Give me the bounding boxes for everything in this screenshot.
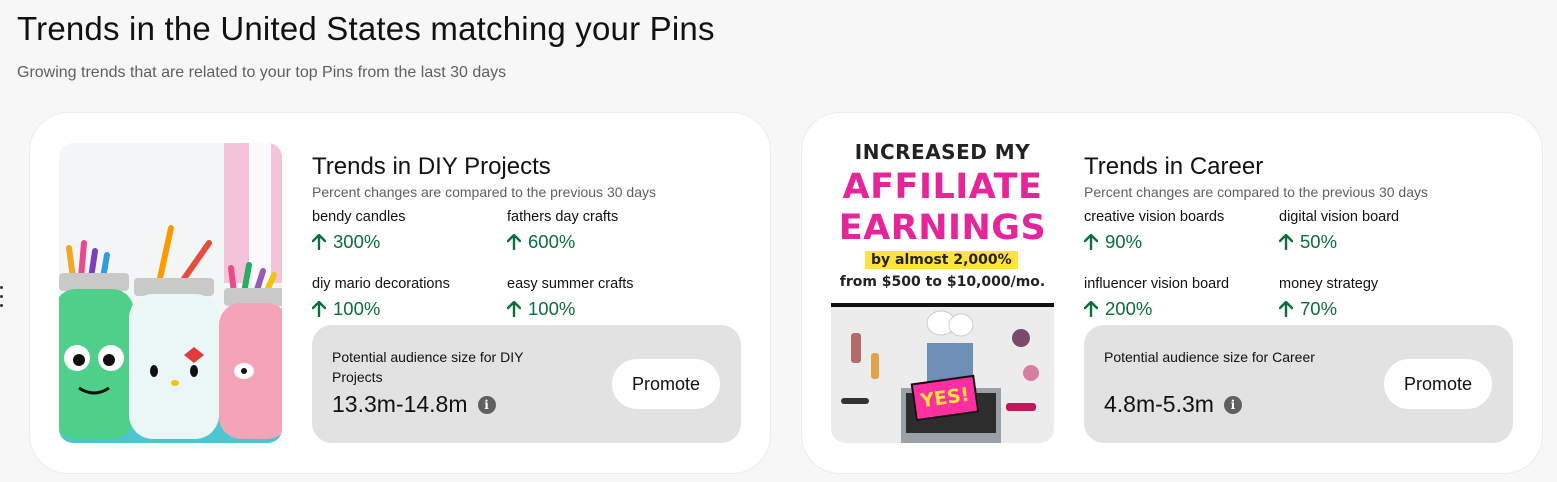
thumbnail-text: AFFILIATE (842, 167, 1043, 207)
trend-change: 50% (1300, 231, 1338, 252)
audience-value-row: 4.8m-5.3m i (1104, 391, 1242, 418)
audience-label: Potential audience size for Career (1104, 349, 1315, 365)
trend-change: 200% (1105, 298, 1153, 319)
card-note: Percent changes are compared to the prev… (1084, 184, 1428, 200)
trend-label: easy summer crafts (507, 276, 634, 292)
trend-change: 100% (333, 298, 381, 319)
pin-thumbnail-diy[interactable] (59, 143, 282, 443)
trend-label: fathers day crafts (507, 209, 619, 225)
trend-item[interactable]: diy mario decorations 100% (312, 276, 502, 320)
trend-item[interactable]: easy summer crafts 100% (507, 276, 697, 320)
thumbnail-text: EARNINGS (838, 208, 1047, 248)
pin-thumbnail-career[interactable]: INCREASED MY AFFILIATE EARNINGS by almos… (831, 143, 1054, 443)
arrow-up-icon (312, 234, 326, 250)
trend-change: 100% (528, 298, 576, 319)
audience-panel: Potential audience size for Career 4.8m-… (1084, 325, 1513, 443)
trend-label: bendy candles (312, 209, 406, 225)
trend-item[interactable]: influencer vision board 200% (1084, 276, 1274, 320)
audience-panel: Potential audience size for DIY Projects… (312, 325, 741, 443)
thumbnail-text: INCREASED MY (854, 143, 1031, 164)
arrow-up-icon (312, 301, 326, 317)
audience-value-row: 13.3m-14.8m i (332, 391, 496, 418)
trend-change: 90% (1105, 231, 1143, 252)
audience-value: 13.3m-14.8m (332, 391, 468, 417)
page-title: Trends in the United States matching you… (17, 10, 715, 47)
card-title: Trends in Career (1084, 153, 1264, 180)
trend-label: money strategy (1279, 276, 1379, 292)
arrow-up-icon (1084, 301, 1098, 317)
trend-change: 600% (528, 231, 576, 252)
thumbnail-text: from $500 to $10,000/mo. (839, 274, 1046, 290)
arrow-up-icon (507, 301, 521, 317)
trend-label: creative vision boards (1084, 209, 1225, 225)
thumbnail-text: by almost 2,000% (865, 251, 1018, 269)
page-subtitle: Growing trends that are related to your … (17, 64, 507, 81)
arrow-up-icon (1084, 234, 1098, 250)
card-title: Trends in DIY Projects (312, 153, 551, 180)
audience-value: 4.8m-5.3m (1104, 391, 1214, 417)
info-icon[interactable]: i (477, 395, 496, 414)
audience-label: Potential audience size for DIY Projects (332, 349, 524, 385)
trend-label: digital vision board (1279, 209, 1400, 225)
trend-card-diy-projects: Trends in DIY Projects Percent changes a… (30, 113, 770, 473)
trend-label: influencer vision board (1084, 276, 1230, 292)
trend-item[interactable]: creative vision boards 90% (1084, 209, 1274, 253)
trend-item[interactable]: digital vision board 50% (1279, 209, 1469, 253)
arrow-up-icon (507, 234, 521, 250)
promote-button[interactable]: Promote (1384, 359, 1492, 409)
trend-change: 300% (333, 231, 381, 252)
trend-item[interactable]: bendy candles 300% (312, 209, 502, 253)
mason-jars-image (59, 143, 282, 443)
trend-card-career: INCREASED MY AFFILIATE EARNINGS by almos… (802, 113, 1542, 473)
arrow-up-icon (1279, 301, 1293, 317)
promote-button[interactable]: Promote (612, 359, 720, 409)
card-note: Percent changes are compared to the prev… (312, 184, 656, 200)
more-options-icon[interactable] (0, 286, 4, 314)
arrow-up-icon (1279, 234, 1293, 250)
info-icon[interactable]: i (1223, 395, 1242, 414)
trend-label: diy mario decorations (312, 276, 450, 292)
trend-item[interactable]: money strategy 70% (1279, 276, 1469, 320)
desk-photo-image (831, 303, 1054, 443)
trend-change: 70% (1300, 298, 1338, 319)
trend-item[interactable]: fathers day crafts 600% (507, 209, 697, 253)
